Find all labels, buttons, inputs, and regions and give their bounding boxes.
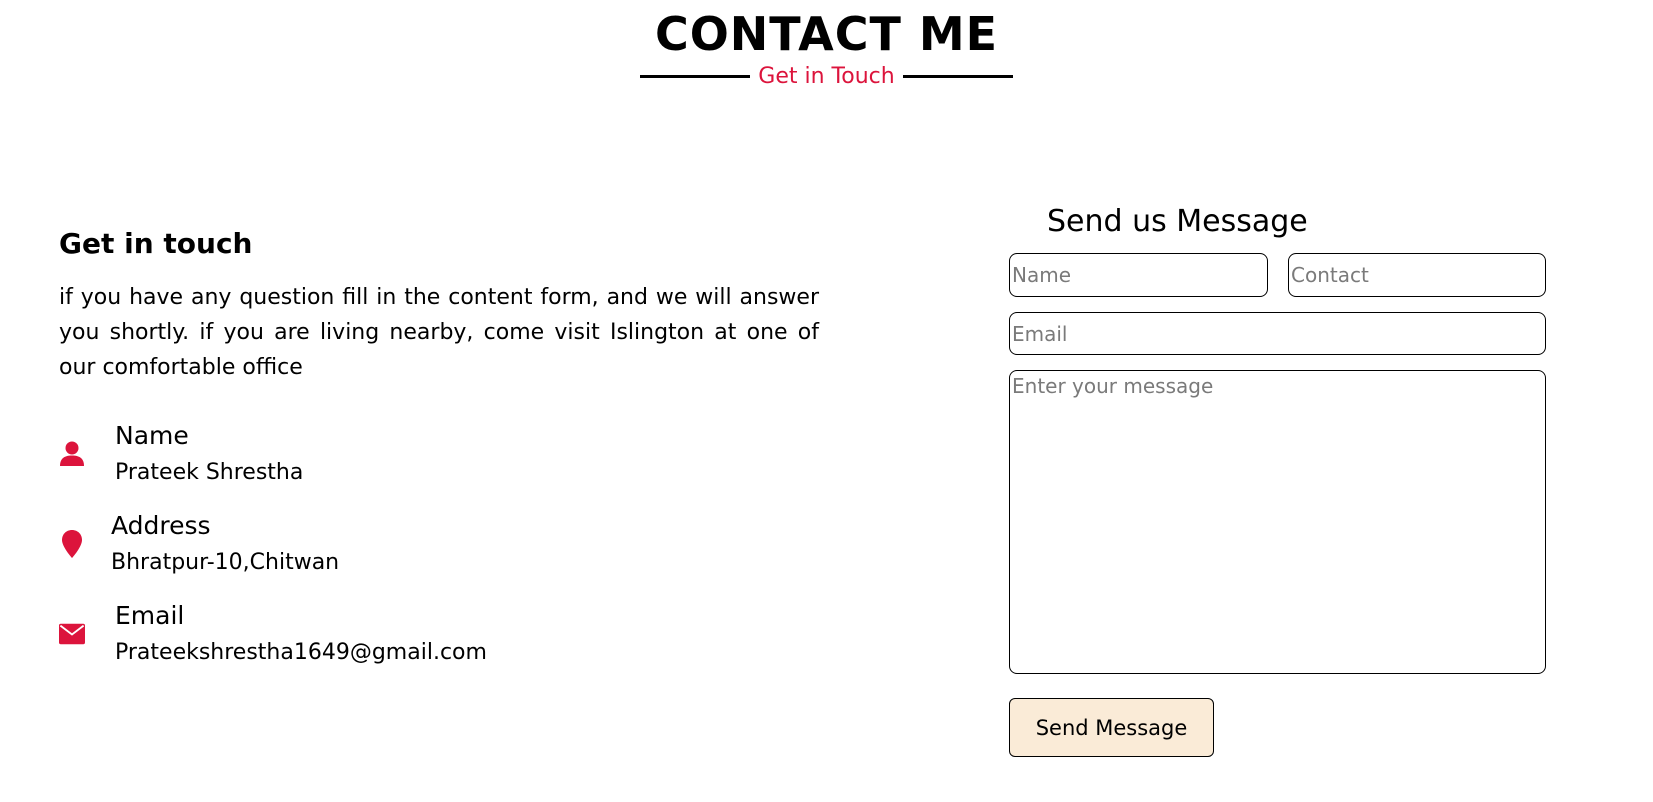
info-value: Prateekshrestha1649@gmail.com — [115, 640, 487, 665]
form-title: Send us Message — [1047, 204, 1308, 239]
info-item-text: Name Prateek Shrestha — [115, 420, 303, 488]
info-value: Prateek Shrestha — [115, 460, 304, 485]
contact-page: CONTACT ME Get in Touch Get in touch if … — [0, 0, 1653, 802]
contact-input[interactable] — [1288, 253, 1546, 297]
info-label: Address — [111, 511, 211, 540]
info-label: Email — [115, 601, 185, 630]
subtitle-row: Get in Touch — [0, 64, 1653, 89]
info-item-name: Name Prateek Shrestha — [59, 420, 303, 488]
send-message-button[interactable]: Send Message — [1009, 698, 1214, 757]
envelope-icon — [59, 619, 85, 649]
info-item-email: Email Prateekshrestha1649@gmail.com — [59, 600, 487, 668]
contact-info-section: Get in touch if you have any question fi… — [59, 226, 819, 385]
info-label: Name — [115, 421, 189, 450]
page-subtitle: Get in Touch — [758, 64, 895, 89]
info-item-address: Address Bhratpur-10,Chitwan — [59, 510, 339, 578]
divider-line-right — [902, 75, 1013, 78]
info-item-text: Email Prateekshrestha1649@gmail.com — [115, 600, 487, 668]
info-value: Bhratpur-10,Chitwan — [111, 550, 340, 575]
message-textarea[interactable] — [1009, 370, 1546, 674]
user-icon — [59, 439, 85, 469]
name-input[interactable] — [1009, 253, 1268, 297]
page-title: CONTACT ME — [654, 7, 999, 61]
page-header: CONTACT ME — [0, 6, 1653, 62]
email-input[interactable] — [1009, 312, 1546, 355]
divider-line-left — [640, 75, 751, 78]
map-pin-icon — [59, 529, 85, 559]
info-title: Get in touch — [59, 227, 253, 260]
info-item-text: Address Bhratpur-10,Chitwan — [111, 510, 339, 578]
info-description: if you have any question fill in the con… — [59, 285, 819, 380]
